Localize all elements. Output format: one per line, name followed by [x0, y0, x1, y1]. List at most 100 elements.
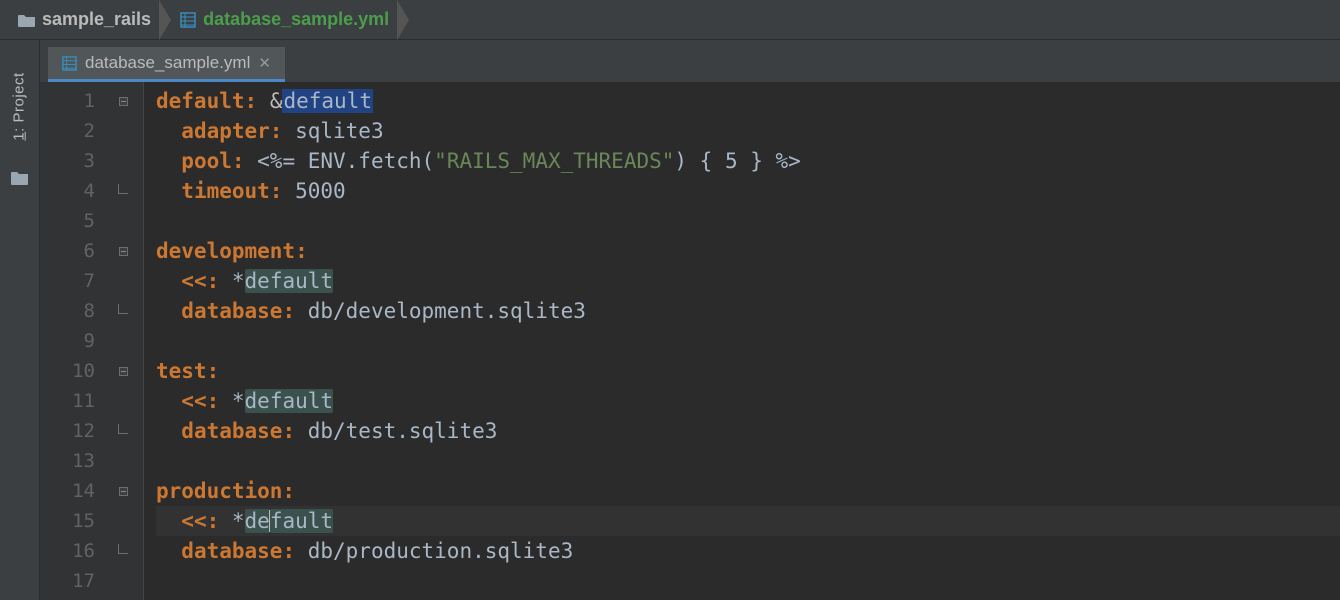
line-number: 15 [40, 506, 135, 536]
code-line[interactable]: default: &default [156, 86, 1340, 116]
line-number: 17 [40, 566, 135, 596]
code-line[interactable] [156, 446, 1340, 476]
code-line[interactable] [156, 206, 1340, 236]
table-file-icon [179, 11, 197, 29]
line-number: 9 [40, 326, 135, 356]
code-token [156, 509, 181, 533]
code-token: "RAILS_MAX_THREADS" [434, 149, 674, 173]
line-number: 7 [40, 266, 135, 296]
breadcrumb: sample_rails database_sample.yml [0, 0, 1340, 40]
code-token [257, 89, 270, 113]
code-token: timeout: [181, 179, 282, 203]
breadcrumb-folder-label: sample_rails [42, 9, 151, 30]
code-token: default [245, 269, 334, 293]
line-number: 8 [40, 296, 135, 326]
code-line[interactable]: development: [156, 236, 1340, 266]
editor-gutter: 1234567891011121314151617 [40, 82, 144, 600]
code-token: * [219, 509, 244, 533]
code-token [156, 179, 181, 203]
code-token: <<: [181, 389, 219, 413]
folder-icon [18, 11, 36, 29]
code-token: db/development.sqlite3 [295, 299, 586, 323]
editor-tab-label: database_sample.yml [85, 53, 250, 73]
close-tab-icon[interactable]: ✕ [258, 54, 271, 72]
code-line[interactable]: <<: *default [156, 386, 1340, 416]
code-token: database: [181, 419, 295, 443]
fold-toggle-icon[interactable] [117, 95, 129, 107]
code-token: test: [156, 359, 219, 383]
breadcrumb-separator [397, 0, 409, 40]
code-line[interactable]: <<: *default [156, 266, 1340, 296]
fold-toggle-icon[interactable] [117, 245, 129, 257]
code-token [156, 149, 181, 173]
line-number: 10 [40, 356, 135, 386]
fold-end-icon [117, 425, 129, 437]
code-token [156, 299, 181, 323]
code-token: default [282, 89, 373, 113]
code-line[interactable]: timeout: 5000 [156, 176, 1340, 206]
table-file-icon [62, 56, 77, 71]
editor-tab-bar: database_sample.yml ✕ [40, 40, 1340, 82]
code-line[interactable]: test: [156, 356, 1340, 386]
fold-end-icon [117, 185, 129, 197]
project-files-icon[interactable] [11, 170, 29, 186]
code-token: & [270, 89, 283, 113]
code-line[interactable] [156, 566, 1340, 596]
fold-end-icon [117, 545, 129, 557]
line-number: 2 [40, 116, 135, 146]
tool-window-stripe: 1: Project [0, 40, 40, 600]
editor-tab[interactable]: database_sample.yml ✕ [48, 47, 285, 82]
code-token: sqlite3 [282, 119, 383, 143]
line-number: 4 [40, 176, 135, 206]
line-number: 14 [40, 476, 135, 506]
code-line[interactable]: database: db/test.sqlite3 [156, 416, 1340, 446]
line-number: 3 [40, 146, 135, 176]
code-token: * [219, 269, 244, 293]
line-number: 6 [40, 236, 135, 266]
code-editor[interactable]: 1234567891011121314151617 default: &defa… [40, 82, 1340, 600]
code-token [156, 389, 181, 413]
code-token: <<: [181, 269, 219, 293]
code-line[interactable]: database: db/development.sqlite3 [156, 296, 1340, 326]
editor-code-area[interactable]: default: &default adapter: sqlite3 pool:… [144, 82, 1340, 600]
line-number: 1 [40, 86, 135, 116]
breadcrumb-file-label: database_sample.yml [203, 9, 389, 30]
code-token [156, 269, 181, 293]
code-line[interactable]: <<: *default [156, 506, 1340, 536]
line-number: 16 [40, 536, 135, 566]
code-token [156, 419, 181, 443]
code-line[interactable]: database: db/production.sqlite3 [156, 536, 1340, 566]
code-token: db/test.sqlite3 [295, 419, 497, 443]
code-token: pool: [181, 149, 244, 173]
code-token: 5000 [282, 179, 345, 203]
code-token: development: [156, 239, 308, 263]
project-tool-button[interactable]: 1: Project [11, 72, 28, 140]
code-line[interactable] [156, 326, 1340, 356]
code-line[interactable]: production: [156, 476, 1340, 506]
code-token: production: [156, 479, 295, 503]
code-token: database: [181, 299, 295, 323]
code-token: database: [181, 539, 295, 563]
code-line[interactable]: pool: <%= ENV.fetch("RAILS_MAX_THREADS")… [156, 146, 1340, 176]
breadcrumb-file[interactable]: database_sample.yml [171, 0, 397, 39]
code-line[interactable]: adapter: sqlite3 [156, 116, 1340, 146]
line-number: 13 [40, 446, 135, 476]
code-token: ) { 5 } %> [674, 149, 800, 173]
code-token: <<: [181, 509, 219, 533]
line-number: 11 [40, 386, 135, 416]
breadcrumb-folder[interactable]: sample_rails [10, 0, 159, 39]
line-number: 5 [40, 206, 135, 236]
code-token: default [245, 389, 334, 413]
code-token [156, 119, 181, 143]
code-token [156, 539, 181, 563]
code-token: fault [270, 509, 333, 533]
fold-toggle-icon[interactable] [117, 365, 129, 377]
fold-toggle-icon[interactable] [117, 485, 129, 497]
code-token: * [219, 389, 244, 413]
code-token: de [245, 509, 270, 533]
line-number: 12 [40, 416, 135, 446]
breadcrumb-separator [159, 0, 171, 40]
fold-end-icon [117, 305, 129, 317]
code-token: default: [156, 89, 257, 113]
code-token: db/production.sqlite3 [295, 539, 573, 563]
